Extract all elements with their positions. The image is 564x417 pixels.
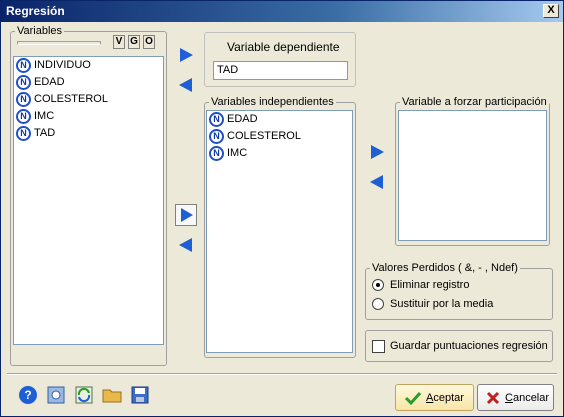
item-label: IMC [34, 110, 55, 122]
settings-button[interactable] [45, 384, 67, 406]
add-independent-button[interactable] [175, 204, 197, 226]
independent-legend: Variables independientes [211, 96, 334, 108]
separator [7, 373, 557, 375]
cross-icon [486, 391, 500, 405]
save-scores-label: Guardar puntuaciones regresión [390, 340, 548, 352]
close-button[interactable]: X [543, 4, 559, 18]
list-item[interactable]: N INDIVIDUO [14, 57, 163, 74]
forced-legend: Variable a forzar participación [402, 96, 547, 108]
numeric-variable-icon: N [16, 58, 31, 73]
sustituir-media-label: Sustituir por la media [390, 298, 494, 310]
numeric-variable-icon: N [209, 112, 224, 127]
remove-dependent-button[interactable] [175, 74, 197, 96]
radio-selected-dot [376, 283, 380, 287]
regresion-dialog: Regresión X Variables V G O N INDIVIDUO N… [0, 0, 564, 417]
add-dependent-button[interactable] [175, 44, 197, 66]
list-item[interactable]: N TAD [14, 125, 163, 142]
numeric-variable-icon: N [16, 109, 31, 124]
view-g-button[interactable]: G [128, 35, 140, 49]
save-icon [131, 386, 149, 404]
missing-values-legend: Valores Perdidos ( &, - , Ndef) [372, 262, 518, 274]
view-v-button[interactable]: V [113, 35, 125, 49]
panel-splitter [17, 41, 101, 45]
right-arrow-icon [371, 145, 384, 159]
window-title: Regresión [6, 4, 65, 18]
left-arrow-icon [370, 175, 383, 189]
numeric-variable-icon: N [209, 146, 224, 161]
right-arrow-icon [180, 48, 193, 62]
svg-text:?: ? [24, 388, 31, 402]
numeric-variable-icon: N [209, 129, 224, 144]
save-button[interactable] [129, 384, 151, 406]
cancel-label: Cancelar [505, 392, 550, 404]
dependent-label: Variable dependiente [227, 40, 340, 54]
refresh-button[interactable] [73, 384, 95, 406]
independent-list[interactable]: N EDAD N COLESTEROL N IMC [206, 110, 353, 353]
item-label: EDAD [227, 113, 258, 125]
item-label: EDAD [34, 76, 65, 88]
list-item[interactable]: N EDAD [14, 74, 163, 91]
forced-list[interactable] [398, 110, 547, 241]
check-icon [404, 391, 422, 406]
eliminar-registro-radio[interactable] [372, 279, 384, 291]
numeric-variable-icon: N [16, 126, 31, 141]
numeric-variable-icon: N [16, 75, 31, 90]
refresh-icon [75, 386, 93, 404]
help-icon: ? [19, 386, 37, 404]
variables-list[interactable]: N INDIVIDUO N EDAD N COLESTEROL N IMC N TAD [13, 56, 164, 345]
add-forced-button[interactable] [366, 141, 388, 163]
list-item[interactable]: N COLESTEROL [14, 91, 163, 108]
list-item[interactable]: N IMC [14, 108, 163, 125]
item-label: COLESTEROL [227, 130, 301, 142]
sustituir-media-radio[interactable] [372, 298, 384, 310]
left-arrow-icon [179, 238, 192, 252]
accept-label: Aceptar [426, 392, 464, 404]
help-button[interactable]: ? [17, 384, 39, 406]
save-scores-checkbox[interactable] [372, 340, 385, 353]
remove-independent-button[interactable] [175, 234, 197, 256]
open-folder-icon [102, 389, 122, 403]
list-item[interactable]: N COLESTEROL [207, 128, 352, 145]
cancel-button[interactable]: Cancelar [477, 384, 554, 411]
item-label: IMC [227, 147, 248, 159]
remove-forced-button[interactable] [366, 171, 388, 193]
variables-legend: Variables [17, 25, 63, 37]
settings-icon [47, 386, 65, 404]
numeric-variable-icon: N [16, 92, 31, 107]
list-item[interactable]: N IMC [207, 145, 352, 162]
accept-button[interactable]: Aceptar [395, 384, 474, 411]
title-bar: Regresión X [1, 1, 563, 22]
open-button[interactable] [101, 384, 123, 406]
right-arrow-icon [181, 208, 193, 222]
missing-values-group: Valores Perdidos ( &, - , Ndef) [365, 262, 553, 320]
item-label: COLESTEROL [34, 93, 108, 105]
list-item[interactable]: N EDAD [207, 111, 352, 128]
dependent-variable-field[interactable]: TAD [213, 61, 348, 80]
left-arrow-icon [179, 78, 192, 92]
view-o-button[interactable]: O [143, 35, 155, 49]
item-label: TAD [34, 127, 56, 139]
item-label: INDIVIDUO [34, 59, 91, 71]
eliminar-registro-label: Eliminar registro [390, 279, 470, 291]
